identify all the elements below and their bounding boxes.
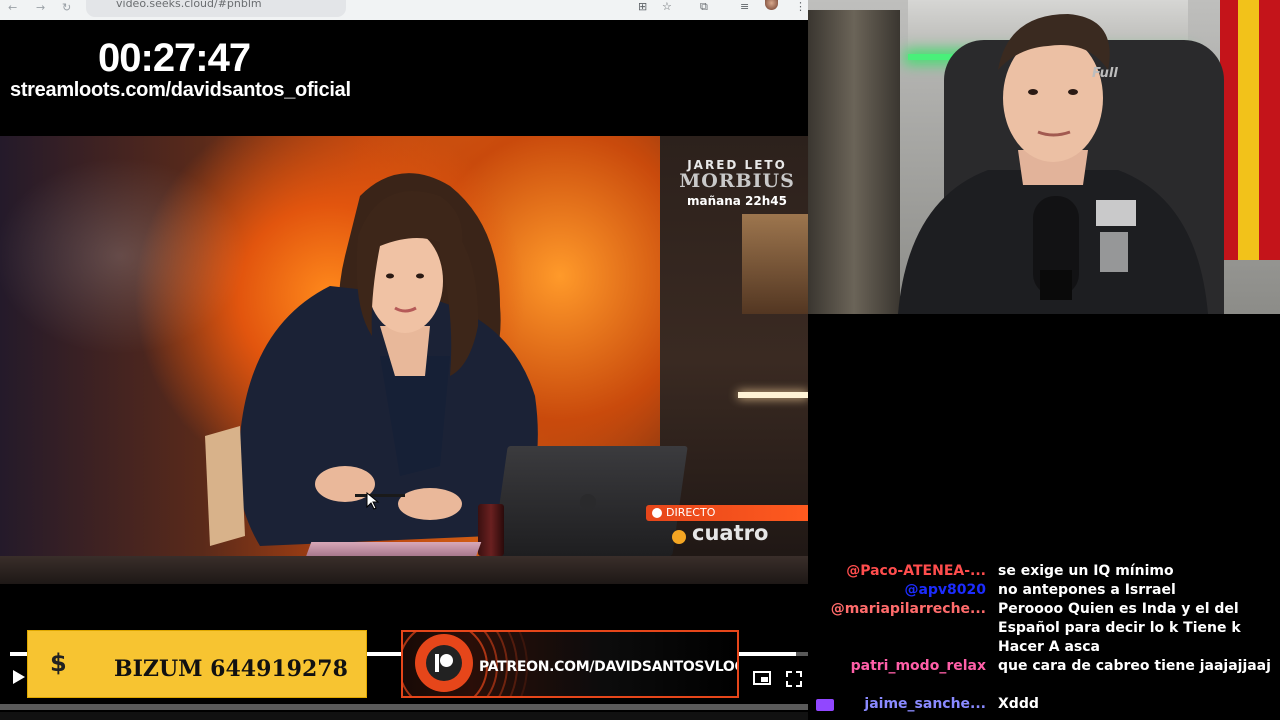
- chat-message-0: se exige un IQ mínimo: [998, 563, 1174, 579]
- chat-message-2: Peroooo Quien es Inda y el del Español p…: [998, 601, 1241, 655]
- menu-icon[interactable]: ⋮: [795, 0, 806, 13]
- play-icon[interactable]: [12, 669, 26, 685]
- apple-logo-icon: [580, 494, 596, 510]
- chat-user-3: patri_modo_relax: [850, 658, 986, 674]
- chair-brand: Full: [1092, 66, 1118, 81]
- patreon-label: PATREON.COM/DAVIDSANTOSVLOG: [479, 659, 739, 675]
- forward-icon[interactable]: →: [36, 1, 45, 14]
- webcam-feed: Full: [808, 0, 1280, 314]
- subscriber-badge-icon: [816, 699, 834, 711]
- browser-toolbar: ← → ↻ video.seeks.cloud/#pnblm ⊞ ☆ ⧉ ≡ ⋮: [0, 0, 808, 20]
- cup: [478, 504, 504, 556]
- extensions-icon[interactable]: ⧉: [700, 0, 708, 14]
- fullscreen-icon[interactable]: [786, 671, 802, 687]
- taskbar-strip: [0, 704, 808, 710]
- chat-user-1: @apv8020: [904, 582, 986, 598]
- translate-icon[interactable]: ⊞: [638, 0, 647, 13]
- media-icon[interactable]: ≡: [740, 0, 749, 13]
- chat-message-4: Xddd: [998, 696, 1039, 712]
- patreon-logo-icon: [415, 634, 473, 692]
- patreon-banner: PATREON.COM/DAVIDSANTOSVLOG: [401, 630, 739, 698]
- bottom-edge: [0, 712, 808, 720]
- bizum-label: BIZUM 644919278: [114, 656, 348, 682]
- streamloots-link: streamloots.com/davidsantos_oficial: [10, 79, 351, 101]
- chat-user-2: @mariapilarreche...: [830, 601, 986, 617]
- dollar-icon: $: [50, 649, 67, 677]
- mouse-cursor-icon: [366, 492, 380, 510]
- profile-avatar[interactable]: [765, 0, 778, 10]
- back-icon[interactable]: ←: [8, 1, 17, 14]
- promo-time: mañana 22h45: [686, 194, 787, 208]
- address-bar-url: video.seeks.cloud/#pnblm: [116, 0, 262, 10]
- chat-message-3: que cara de cabreo tiene jaajajjaaj: [998, 658, 1271, 674]
- channel-promo: JARED LETO MORBIUS mañana 22h45: [672, 158, 802, 208]
- stream-timer: 00:27:47: [98, 36, 251, 80]
- live-badge-label: DIRECTO: [666, 506, 716, 519]
- bookmark-star-icon[interactable]: ☆: [662, 0, 672, 13]
- chat-message-1: no antepones a Isrrael: [998, 582, 1176, 598]
- channel-logo-icon: [672, 530, 686, 544]
- stream-screen: ← → ↻ video.seeks.cloud/#pnblm ⊞ ☆ ⧉ ≡ ⋮…: [0, 0, 1280, 720]
- bizum-banner: $ BIZUM 644919278: [27, 630, 367, 698]
- chat-user-4: jaime_sanche...: [864, 696, 986, 712]
- streamer-figure: [898, 14, 1208, 314]
- desk: [0, 556, 808, 584]
- chat-user-0: @Paco-ATENEA-...: [846, 563, 986, 579]
- channel-logo: cuatro: [692, 521, 769, 545]
- spain-flag: [1220, 0, 1280, 260]
- live-dot-icon: [652, 508, 662, 518]
- reload-icon[interactable]: ↻: [62, 1, 71, 14]
- promo-title: MORBIUS: [679, 170, 795, 192]
- picture-in-picture-icon[interactable]: [753, 671, 771, 685]
